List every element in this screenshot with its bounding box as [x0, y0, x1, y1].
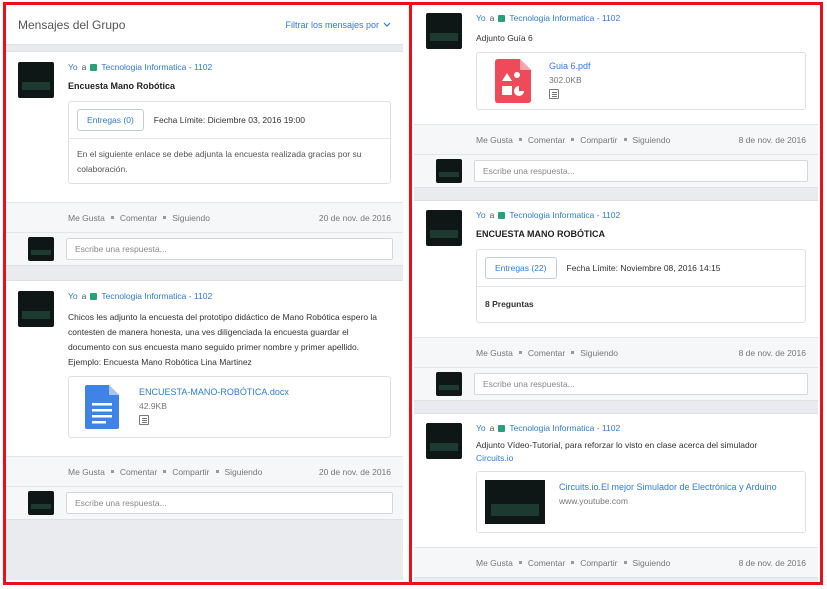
highlight-frame-right [409, 2, 823, 585]
highlight-frame-left [3, 2, 412, 585]
